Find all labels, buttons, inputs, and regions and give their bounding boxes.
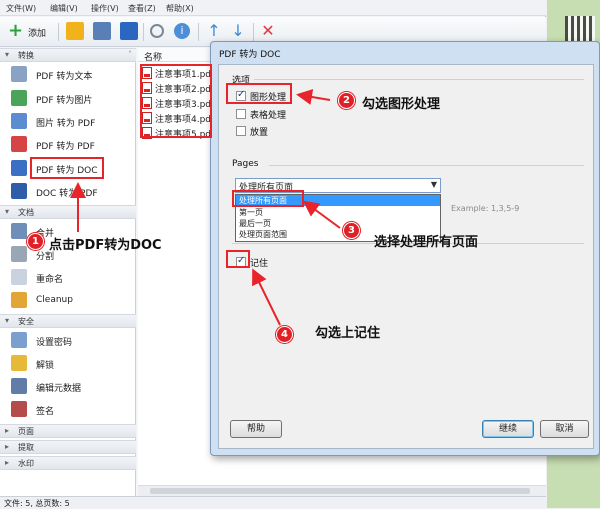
step-badge-1: 1: [27, 233, 44, 250]
arrow-step3: [302, 200, 341, 229]
arrow-step2: [296, 89, 331, 105]
arrow-step4: [252, 268, 281, 326]
annotation-step1-text: 点击PDF转为DOC: [49, 238, 162, 253]
annotation-step2-text: 勾选图形处理: [362, 97, 441, 112]
annotation-arrows: [70, 89, 341, 326]
step-badge-4: 4: [276, 326, 293, 343]
annotation-step3-text: 选择处理所有页面: [374, 235, 479, 250]
step-badge-3: 3: [343, 222, 360, 239]
annotation-step4-text: 勾选上记住: [315, 326, 381, 341]
step-badge-2: 2: [338, 92, 355, 109]
